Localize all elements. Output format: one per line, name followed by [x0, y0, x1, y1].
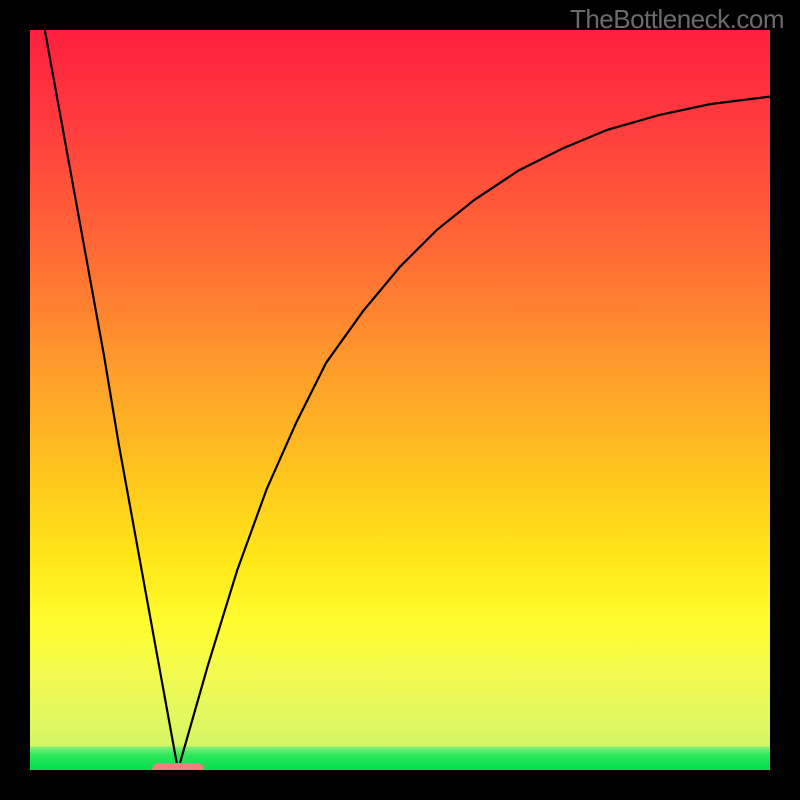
chart-frame: TheBottleneck.com	[0, 0, 800, 800]
plot-area	[30, 30, 770, 770]
watermark-text: TheBottleneck.com	[570, 4, 784, 35]
curve-left	[45, 30, 178, 770]
curve-right	[178, 97, 770, 770]
minimum-marker	[152, 763, 204, 770]
curve-layer	[30, 30, 770, 770]
